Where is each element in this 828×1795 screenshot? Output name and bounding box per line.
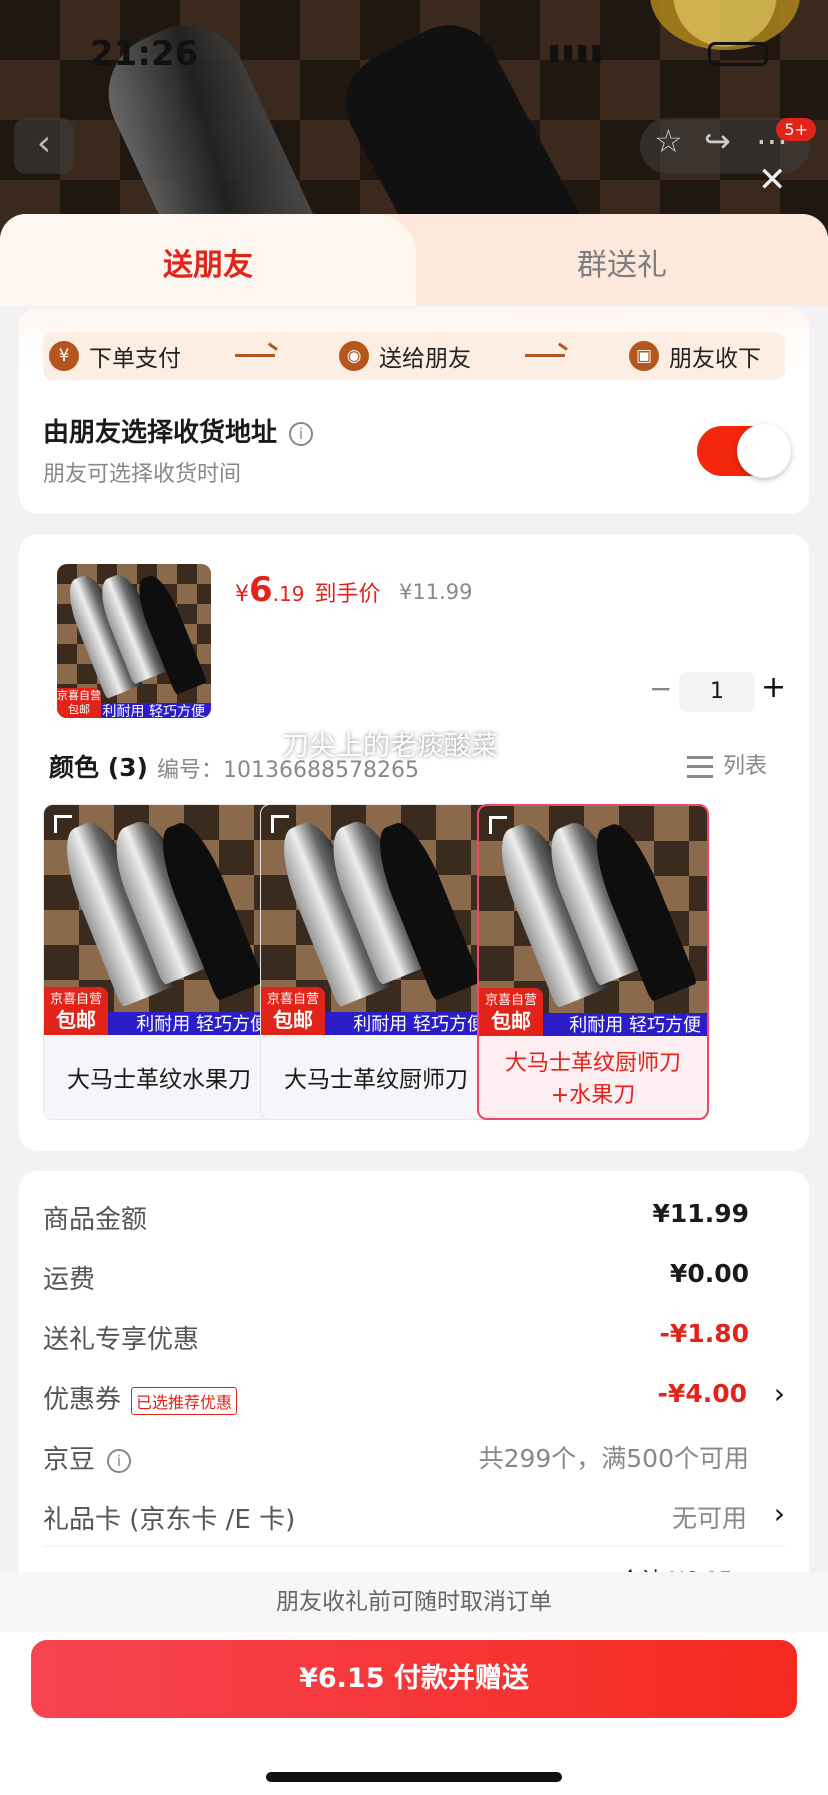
- product-card: 利耐用 轻巧方便 京喜自营 包邮 ¥6.19 到手价 ¥11.99 − 1 + 颜色…: [19, 534, 809, 1151]
- status-icons: ▮▮▮▮: [548, 40, 768, 66]
- info-icon[interactable]: i: [107, 1448, 132, 1473]
- tab-send-friend[interactable]: 送朋友: [0, 214, 416, 306]
- row-label: 送礼专享优惠: [43, 1325, 200, 1355]
- info-icon[interactable]: i: [289, 421, 314, 446]
- address-toggle[interactable]: [697, 424, 791, 478]
- step-label: 送给朋友: [379, 346, 471, 372]
- color-section-title: 颜色 (3): [49, 753, 148, 782]
- list-view-button[interactable]: 列表: [687, 748, 767, 780]
- star-icon[interactable]: ☆: [654, 122, 683, 160]
- back-button[interactable]: ‹: [14, 118, 74, 174]
- address-option-label: 由朋友选择收货地址: [43, 418, 278, 448]
- bottom-bar: 朋友收礼前可随时取消订单 ¥6.15 付款并赠送: [0, 1572, 828, 1795]
- original-price: ¥11.99: [399, 580, 473, 604]
- signal-icon: ▮▮▮▮: [548, 40, 605, 65]
- quantity-stepper: − 1 +: [619, 670, 789, 712]
- pay-and-gift-button[interactable]: ¥6.15 付款并赠送: [31, 1640, 797, 1718]
- variant-image: 利耐用 轻巧方便 京喜自营 包邮: [44, 805, 274, 1035]
- row-value: 无可用: [671, 1504, 747, 1533]
- row-value: -¥4.00: [657, 1379, 747, 1408]
- final-price: ¥6.19 到手价: [235, 570, 381, 610]
- jd-badge: 京喜自营 包邮: [479, 988, 543, 1036]
- row-label: 礼品卡 (京东卡 /E 卡): [43, 1505, 296, 1535]
- jd-badge: 京喜自营 包邮: [44, 987, 108, 1035]
- expand-icon[interactable]: [271, 815, 289, 833]
- gift-flow-card: ¥ 下单支付 ◉ 送给朋友 ▣ 朋友收下 由朋友选择收货地址 i 朋友可选择收货时…: [19, 308, 809, 514]
- battery-icon: [708, 42, 768, 66]
- step-send: ◉ 送给朋友: [339, 338, 471, 374]
- variant-image: 利耐用 轻巧方便 京喜自营 包邮: [479, 806, 707, 1036]
- summary-row-shipping: 运费 ¥0.00: [43, 1259, 785, 1299]
- list-icon: [687, 756, 713, 778]
- step-pay: ¥ 下单支付: [49, 338, 181, 374]
- gift-tabs: 群送礼 送朋友: [0, 214, 828, 306]
- tab-group-gift[interactable]: 群送礼: [416, 214, 828, 306]
- chevron-right-icon[interactable]: ›: [774, 1377, 785, 1410]
- step-label: 下单支付: [89, 346, 181, 372]
- message-badge: 5+: [776, 118, 816, 141]
- tab-label: 送朋友: [163, 248, 253, 283]
- row-value: ¥0.00: [669, 1259, 749, 1288]
- variant-option[interactable]: 利耐用 轻巧方便 京喜自营 包邮 大马士革纹水果刀: [43, 804, 275, 1120]
- row-value: ¥11.99: [652, 1199, 749, 1228]
- summary-row-goods: 商品金额 ¥11.99: [43, 1199, 785, 1239]
- jd-badge: 京喜自营 包邮: [261, 987, 325, 1035]
- expand-icon[interactable]: [489, 816, 507, 834]
- row-label: 商品金额: [43, 1205, 148, 1235]
- watermark-text: 刀尖上的老痰酸菜: [282, 731, 498, 762]
- recommended-tag: 已选推荐优惠: [131, 1386, 238, 1415]
- expand-icon[interactable]: [54, 815, 72, 833]
- arrow-right-icon: [525, 354, 565, 357]
- row-label: 运费: [43, 1265, 96, 1295]
- arrow-right-icon: [235, 354, 275, 357]
- gift-steps: ¥ 下单支付 ◉ 送给朋友 ▣ 朋友收下: [43, 332, 785, 380]
- tab-label: 群送礼: [577, 248, 667, 283]
- decrease-button[interactable]: −: [649, 672, 672, 705]
- gift-sheet: 群送礼 送朋友 ¥ 下单支付 ◉ 送给朋友 ▣ 朋友收下 由朋友选择收货地址 i: [0, 214, 828, 1795]
- step-label: 朋友收下: [669, 346, 761, 372]
- variant-label: 大马士革纹厨师刀+水果刀: [504, 1051, 681, 1108]
- increase-button[interactable]: +: [761, 670, 786, 705]
- close-icon[interactable]: ✕: [758, 160, 787, 200]
- quantity-value[interactable]: 1: [679, 672, 755, 712]
- row-label: 京豆 i: [43, 1439, 132, 1476]
- row-label: 优惠券 已选推荐优惠: [43, 1379, 238, 1416]
- variant-label: 大马士革纹水果刀: [67, 1067, 251, 1093]
- step-receive: ▣ 朋友收下: [629, 338, 761, 374]
- gift-icon: ▣: [629, 341, 659, 371]
- chevron-right-icon[interactable]: ›: [774, 1497, 785, 1530]
- variant-option-selected[interactable]: 利耐用 轻巧方便 京喜自营 包邮 大马士革纹厨师刀+水果刀: [477, 804, 709, 1120]
- jd-badge: 京喜自营 包邮: [57, 688, 101, 718]
- status-time: 21:26: [90, 34, 199, 74]
- cancel-notice: 朋友收礼前可随时取消订单: [0, 1572, 828, 1632]
- product-thumbnail[interactable]: 利耐用 轻巧方便 京喜自营 包邮: [57, 564, 211, 718]
- home-indicator: [266, 1772, 562, 1782]
- price-label: 到手价: [314, 582, 381, 607]
- summary-row-giftcard[interactable]: 礼品卡 (京东卡 /E 卡) 无可用 ›: [43, 1497, 785, 1547]
- share-icon[interactable]: ↪: [704, 122, 731, 160]
- variant-option[interactable]: 利耐用 轻巧方便 京喜自营 包邮 大马士革纹厨师刀: [260, 804, 492, 1120]
- wechat-icon: ◉: [339, 341, 369, 371]
- address-option-title: 由朋友选择收货地址 i: [43, 412, 314, 449]
- variant-image: 利耐用 轻巧方便 京喜自营 包邮: [261, 805, 491, 1035]
- price-summary-card: 商品金额 ¥11.99 运费 ¥0.00 送礼专享优惠 -¥1.80 优惠券 已选…: [19, 1171, 809, 1631]
- summary-row-coupon[interactable]: 优惠券 已选推荐优惠 -¥4.00 ›: [43, 1377, 785, 1419]
- variant-label: 大马士革纹厨师刀: [284, 1067, 468, 1093]
- summary-row-jingdou: 京豆 i 共299个，满500个可用: [43, 1439, 785, 1479]
- yen-icon: ¥: [49, 341, 79, 371]
- row-value: 共299个，满500个可用: [478, 1444, 749, 1473]
- address-option-subtitle: 朋友可选择收货时间: [43, 462, 242, 487]
- row-value: -¥1.80: [659, 1319, 749, 1348]
- summary-row-gift-discount: 送礼专享优惠 -¥1.80: [43, 1319, 785, 1359]
